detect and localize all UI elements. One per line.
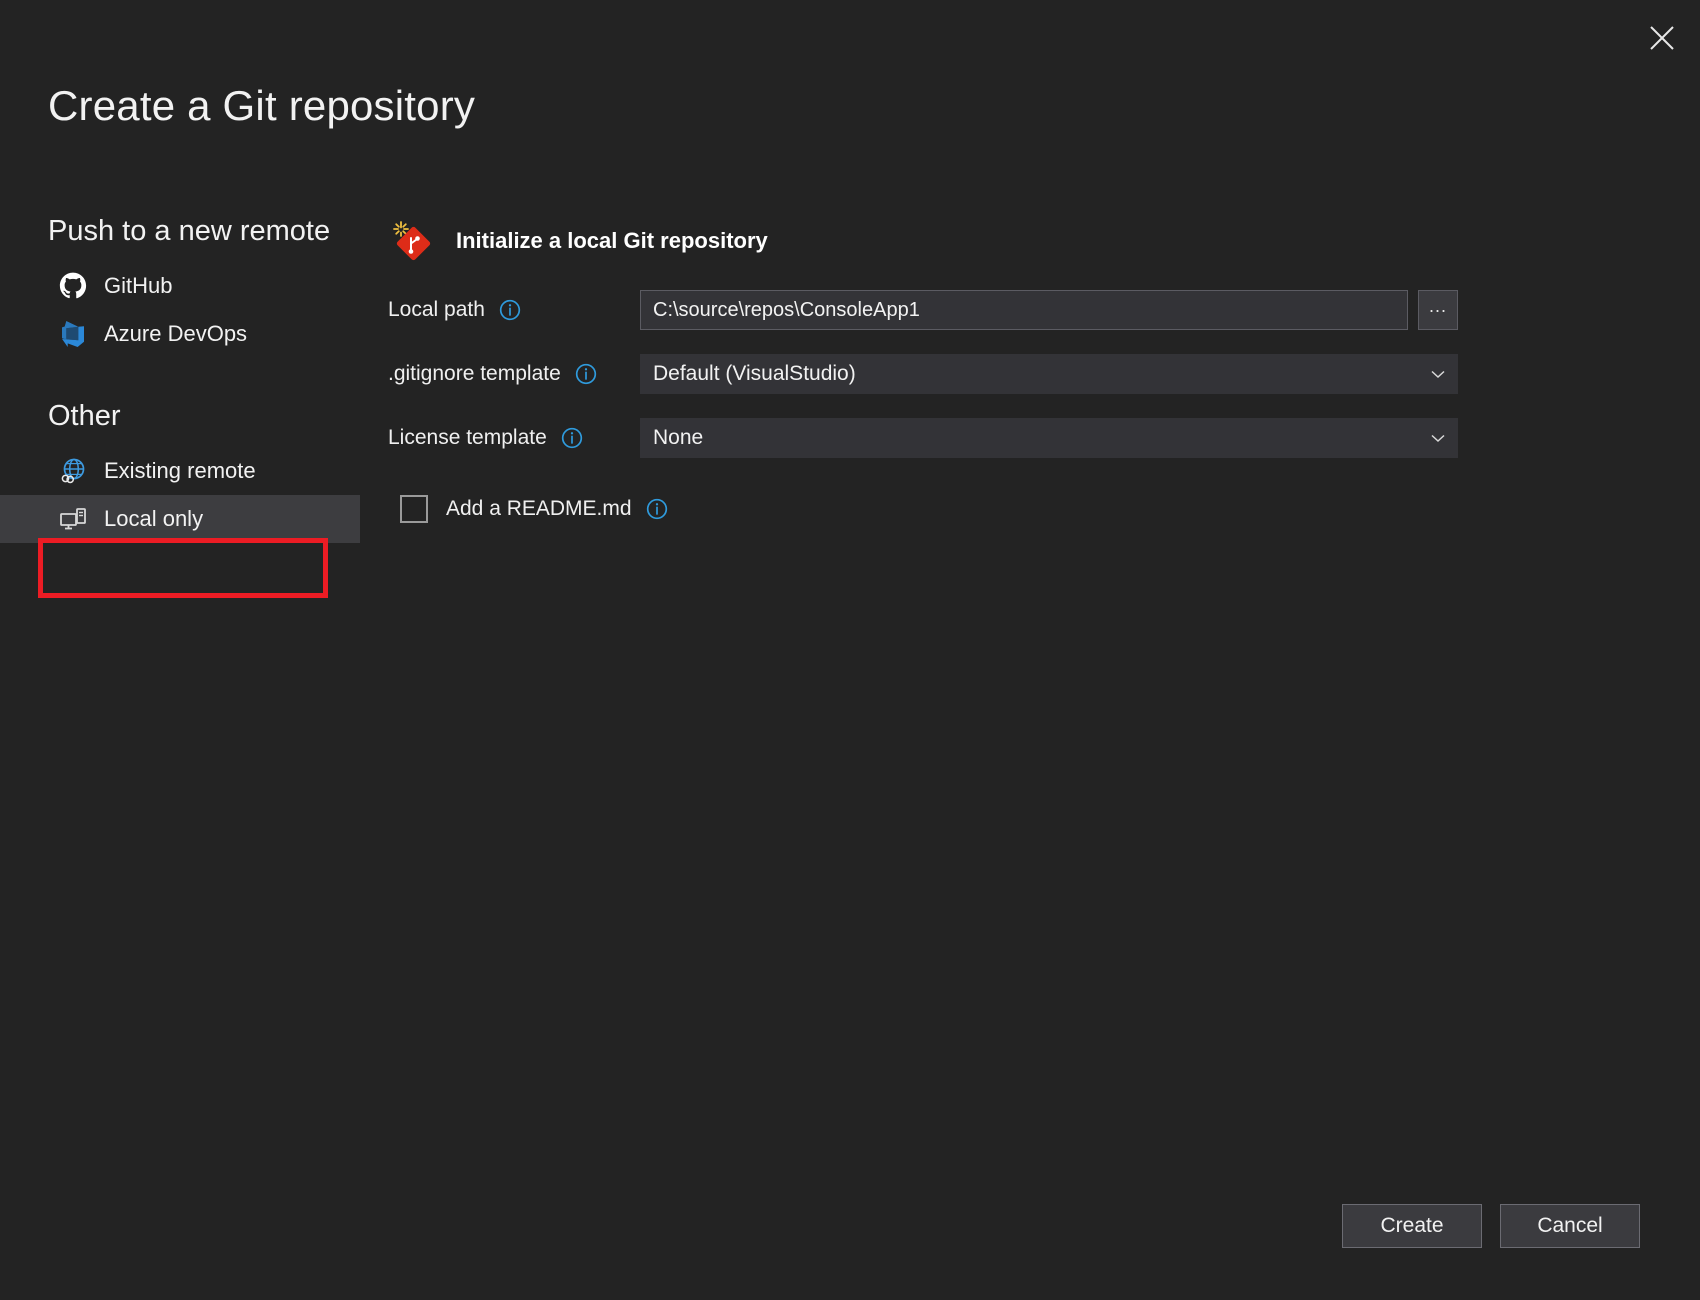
sidebar-item-label-local-only: Local only	[104, 506, 203, 532]
github-icon	[58, 271, 88, 301]
detail-panel: Initialize a local Git repository Local …	[388, 218, 1640, 526]
form-row-add-readme: Add a README.md	[388, 492, 1640, 526]
sidebar-group-heading-other: Other	[0, 400, 360, 433]
sidebar-group-list-other: Existing remote Local only	[0, 447, 360, 543]
form-row-license-template: License template None	[388, 418, 1640, 458]
license-template-select[interactable]: None	[640, 418, 1458, 458]
license-template-label: License template	[388, 426, 547, 450]
sidebar-group-other: Other Existing remote	[0, 400, 360, 543]
chevron-down-icon-license	[1431, 431, 1445, 445]
license-template-value: None	[653, 426, 703, 450]
close-icon	[1649, 25, 1675, 51]
add-readme-checkbox[interactable]	[400, 495, 428, 523]
sidebar-group-heading-push: Push to a new remote	[0, 215, 360, 248]
close-button[interactable]	[1638, 14, 1686, 62]
add-readme-label: Add a README.md	[446, 497, 632, 521]
local-device-icon	[58, 504, 88, 534]
azure-devops-icon	[58, 319, 88, 349]
cancel-button[interactable]: Cancel	[1500, 1204, 1640, 1248]
create-button[interactable]: Create	[1342, 1204, 1482, 1248]
detail-title: Initialize a local Git repository	[456, 228, 768, 254]
sidebar-item-azure-devops[interactable]: Azure DevOps	[0, 310, 360, 358]
info-icon-license[interactable]	[561, 427, 583, 449]
gitignore-template-value: Default (VisualStudio)	[653, 362, 856, 386]
license-label-group: License template	[388, 426, 640, 450]
sidebar-group-list-push: GitHub Azure DevOps	[0, 262, 360, 358]
sidebar-group-push-to-new-remote: Push to a new remote GitHub	[0, 215, 360, 358]
sidebar-item-github[interactable]: GitHub	[0, 262, 360, 310]
sidebar-item-label-azure-devops: Azure DevOps	[104, 321, 247, 347]
chevron-down-icon-gitignore	[1431, 367, 1445, 381]
browse-button[interactable]: ...	[1418, 290, 1458, 330]
sidebar-item-local-only[interactable]: Local only	[0, 495, 360, 543]
info-icon-local-path[interactable]	[499, 299, 521, 321]
gitignore-template-label: .gitignore template	[388, 362, 561, 386]
gitignore-template-select[interactable]: Default (VisualStudio)	[640, 354, 1458, 394]
page-title: Create a Git repository	[48, 82, 475, 130]
info-icon-readme[interactable]	[646, 498, 668, 520]
sidebar-item-existing-remote[interactable]: Existing remote	[0, 447, 360, 495]
detail-header: Initialize a local Git repository	[388, 218, 1640, 264]
dialog-footer: Create Cancel	[1342, 1204, 1640, 1248]
sidebar: Push to a new remote GitHub	[0, 215, 360, 543]
local-path-input[interactable]: C:\source\repos\ConsoleApp1	[640, 290, 1408, 330]
form-row-local-path: Local path C:\source\repos\ConsoleApp1 .…	[388, 290, 1640, 330]
local-path-label-group: Local path	[388, 298, 640, 322]
form-row-gitignore-template: .gitignore template Default (VisualStudi…	[388, 354, 1640, 394]
info-icon-gitignore[interactable]	[575, 363, 597, 385]
annotation-highlight-box	[38, 538, 328, 598]
local-path-label: Local path	[388, 298, 485, 322]
sidebar-item-label-github: GitHub	[104, 273, 172, 299]
globe-link-icon	[58, 456, 88, 486]
git-repository-icon	[388, 218, 434, 264]
sidebar-item-label-existing-remote: Existing remote	[104, 458, 256, 484]
gitignore-label-group: .gitignore template	[388, 362, 640, 386]
